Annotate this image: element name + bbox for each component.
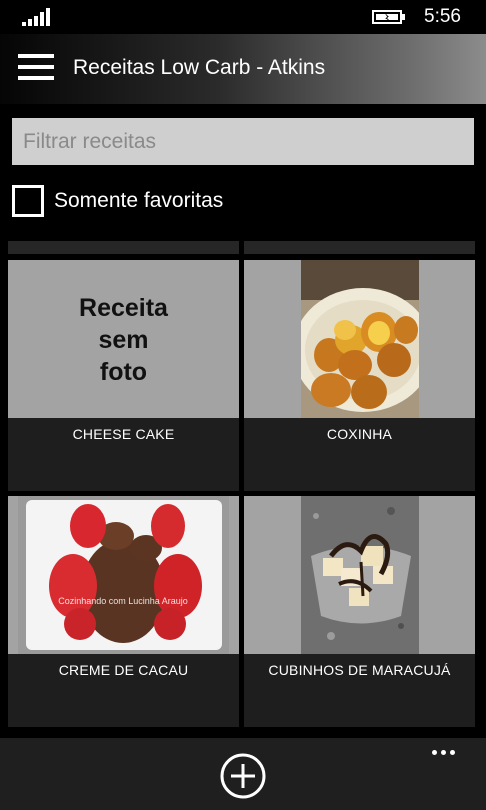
ellipsis-icon[interactable] [432, 742, 464, 758]
status-time: 5:56 [424, 6, 461, 27]
checkbox-box[interactable] [12, 185, 44, 217]
recipe-photo [244, 496, 475, 654]
recipe-name: CREME DE CACAU [58, 662, 189, 678]
creme-de-cacau-photo: Cozinhando com Lucinha Araujo [18, 496, 229, 654]
status-bar: 5:56 [0, 0, 486, 34]
battery-charging-icon [372, 10, 405, 24]
photo-watermark: Cozinhando com Lucinha Araujo [58, 596, 188, 606]
add-circle-icon[interactable] [219, 752, 267, 800]
recipe-tile-cheese-cake[interactable]: Receita sem foto CHEESE CAKE [8, 260, 239, 491]
recipe-name: COXINHA [326, 426, 393, 442]
cubinhos-de-maracuja-photo [301, 496, 419, 654]
recipe-photo [244, 260, 475, 418]
search-input[interactable] [12, 118, 474, 165]
app-title: Receitas Low Carb - Atkins [73, 56, 326, 79]
recipe-photo: Cozinhando com Lucinha Araujo [8, 496, 239, 654]
recipe-grid: Receita sem foto CHEESE CAKE COXINHA Coz… [0, 241, 486, 738]
favorites-checkbox[interactable]: Somente favoritas [12, 185, 223, 217]
no-photo-text: Receita sem foto [79, 294, 168, 386]
hamburger-menu-icon[interactable] [18, 54, 54, 82]
recipe-name: CHEESE CAKE [72, 426, 175, 442]
recipe-tile-cubinhos-de-maracuja[interactable]: CUBINHOS DE MARACUJÁ [244, 496, 475, 727]
recipe-tile-creme-de-cacau[interactable]: Cozinhando com Lucinha Araujo CREME DE C… [8, 496, 239, 727]
previous-row-edge [244, 241, 475, 254]
recipe-no-photo-placeholder: Receita sem foto [8, 260, 239, 418]
recipe-name: CUBINHOS DE MARACUJÁ [268, 662, 451, 678]
signal-bars-icon [22, 8, 50, 26]
favorites-checkbox-label: Somente favoritas [54, 189, 224, 212]
recipe-tile-coxinha[interactable]: COXINHA [244, 260, 475, 491]
previous-row-edge [8, 241, 239, 254]
app-bar: Receitas Low Carb - Atkins [0, 34, 486, 104]
coxinha-photo [301, 260, 419, 418]
bottom-app-bar [0, 738, 486, 810]
